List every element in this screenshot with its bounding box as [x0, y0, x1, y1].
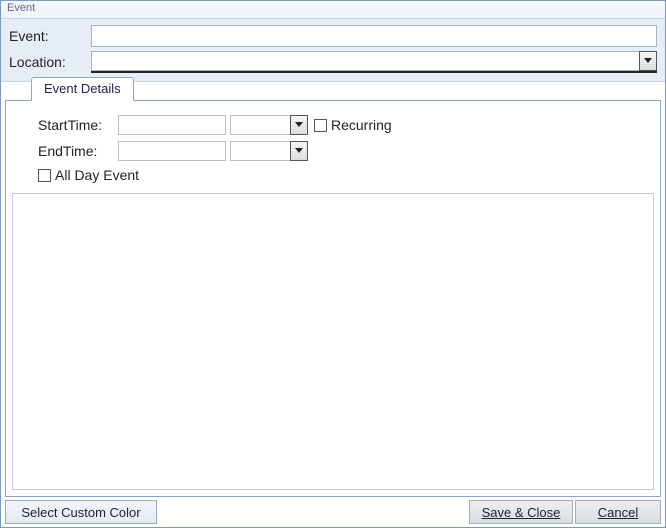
location-dropdown-button[interactable]: [639, 51, 657, 71]
allday-checkbox[interactable]: [38, 169, 51, 182]
start-time-label: StartTime:: [22, 117, 118, 133]
chevron-down-icon: [295, 148, 303, 154]
recurring-label: Recurring: [331, 117, 392, 133]
end-time-label: EndTime:: [22, 143, 118, 159]
tab-strip: Event Details: [5, 77, 661, 101]
window-title: Event: [7, 2, 35, 14]
end-time-input[interactable]: [230, 141, 290, 161]
event-input[interactable]: [91, 25, 657, 47]
start-date-input[interactable]: [118, 115, 226, 135]
window-titlebar: Event: [1, 1, 665, 19]
footer-spacer: [157, 500, 469, 524]
tab-event-details-label: Event Details: [44, 81, 121, 96]
start-time-combo[interactable]: [230, 115, 308, 135]
chevron-down-icon: [644, 58, 652, 64]
footer-bar: Select Custom Color Save & Close Cancel: [5, 500, 661, 524]
location-label: Location:: [9, 54, 91, 70]
start-time-input[interactable]: [230, 115, 290, 135]
event-label: Event:: [9, 28, 91, 44]
end-time-dropdown-button[interactable]: [290, 141, 308, 161]
chevron-down-icon: [295, 122, 303, 128]
end-date-input[interactable]: [118, 141, 226, 161]
save-and-close-label: Save & Close: [482, 505, 561, 520]
end-time-combo[interactable]: [230, 141, 308, 161]
header-panel: Event: Location:: [1, 19, 665, 82]
select-custom-color-label: Select Custom Color: [21, 505, 140, 520]
save-and-close-button[interactable]: Save & Close: [469, 500, 573, 524]
location-input[interactable]: [91, 51, 639, 71]
cancel-button[interactable]: Cancel: [575, 500, 661, 524]
tab-event-details[interactable]: Event Details: [31, 77, 134, 101]
tabs-region: Event Details StartTime: Recurring EndTi…: [5, 77, 661, 497]
start-time-dropdown-button[interactable]: [290, 115, 308, 135]
tab-page-details: StartTime: Recurring EndTime:: [5, 100, 661, 497]
cancel-label: Cancel: [598, 505, 638, 520]
select-custom-color-button[interactable]: Select Custom Color: [5, 500, 157, 524]
recurring-checkbox[interactable]: [314, 119, 327, 132]
location-combo[interactable]: [91, 51, 657, 73]
event-dialog: Event Event: Location: Event Details Sta…: [0, 0, 666, 528]
notes-textarea[interactable]: [12, 193, 654, 490]
allday-label: All Day Event: [55, 167, 139, 183]
